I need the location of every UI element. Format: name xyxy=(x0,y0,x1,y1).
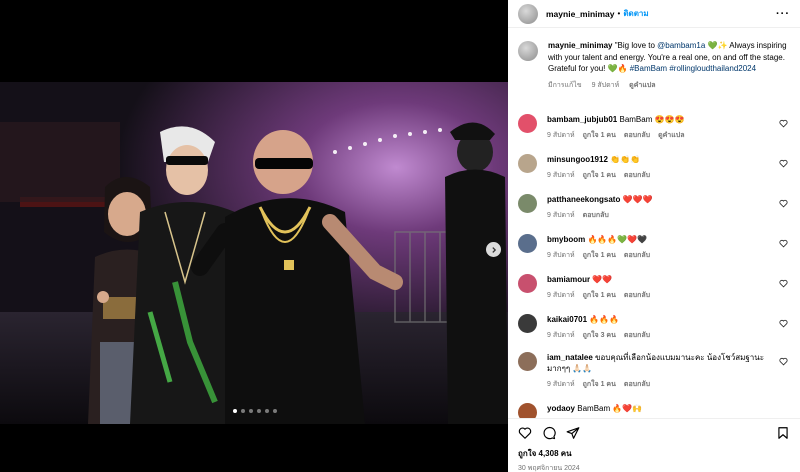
comment-username[interactable]: yodaoy xyxy=(547,404,575,413)
reply-button[interactable]: ตอบกลับ xyxy=(624,132,650,139)
avatar[interactable] xyxy=(518,41,538,61)
comment-item: kaikai0701 🔥🔥🔥 9 สัปดาห์ ถูกใจ 3 คน ตอบกลับ xyxy=(518,314,790,341)
comment-likes[interactable]: ถูกใจ 1 คน xyxy=(583,172,616,179)
comment-username[interactable]: minsungoo1912 xyxy=(547,155,608,164)
comment-item: bamiamour ❤️❤️ 9 สัปดาห์ ถูกใจ 1 คน ตอบกลับ xyxy=(518,274,790,301)
comment-like-heart-icon[interactable] xyxy=(779,357,788,366)
comment-item: yodaoy BamBam 🔥❤️🙌 xyxy=(518,403,790,418)
comment-time[interactable]: 9 สัปดาห์ xyxy=(547,252,575,259)
caption-mention-link[interactable]: @bambam1a xyxy=(657,41,705,50)
follow-button[interactable]: ติดตาม xyxy=(623,7,648,20)
avatar[interactable] xyxy=(518,274,537,293)
comment-item: bambam_jubjub01 BamBam 😍😍😍 9 สัปดาห์ ถูกใจ… xyxy=(518,114,790,141)
post-author-username[interactable]: maynie_minimay xyxy=(546,9,615,19)
media-area xyxy=(0,0,508,472)
reply-button[interactable]: ตอบกลับ xyxy=(624,332,650,339)
avatar[interactable] xyxy=(518,403,537,418)
comment-username[interactable]: iam_natalee xyxy=(547,353,593,362)
reply-button[interactable]: ตอบกลับ xyxy=(624,252,650,259)
comment-text: 🔥🔥🔥💚❤️🖤 xyxy=(587,235,648,244)
comment-text: BamBam 😍😍😍 xyxy=(619,115,685,124)
post-viewer: maynie_minimay • ติดตาม ··· maynie_minim… xyxy=(0,0,800,472)
reply-button[interactable]: ตอบกลับ xyxy=(624,172,650,179)
carousel-dot xyxy=(257,409,261,413)
comment-time[interactable]: 9 สัปดาห์ xyxy=(547,292,575,299)
comment-username[interactable]: bamiamour xyxy=(547,275,590,284)
comment-text: 🔥🔥🔥 xyxy=(589,315,620,324)
comment-icon[interactable] xyxy=(542,426,556,440)
comment-username[interactable]: bambam_jubjub01 xyxy=(547,115,617,124)
comment-text: 👏👏👏 xyxy=(610,155,641,164)
translate-link[interactable]: ดูคำแปล xyxy=(658,132,684,139)
avatar[interactable] xyxy=(518,194,537,213)
post-caption: maynie_minimay "Big love to @bambam1a 💚✨… xyxy=(508,28,800,91)
carousel-next-button[interactable] xyxy=(486,242,501,257)
header-separator: • xyxy=(617,9,621,18)
comment-like-heart-icon[interactable] xyxy=(779,199,788,208)
comment-text: BamBam 🔥❤️🙌 xyxy=(577,404,643,413)
comment-time[interactable]: 9 สัปดาห์ xyxy=(547,381,575,388)
comment-likes[interactable]: ถูกใจ 3 คน xyxy=(583,332,616,339)
comment-like-heart-icon[interactable] xyxy=(779,119,788,128)
avatar[interactable] xyxy=(518,352,537,371)
carousel-dot xyxy=(241,409,245,413)
comment-text: ❤️❤️ xyxy=(592,275,613,284)
comment-item: patthaneekongsato ❤️❤️❤️ 9 สัปดาห์ ตอบกลับ xyxy=(518,194,790,221)
caption-username[interactable]: maynie_minimay xyxy=(548,41,612,50)
heart-icon[interactable] xyxy=(518,426,532,440)
comment-likes[interactable]: ถูกใจ 1 คน xyxy=(583,132,616,139)
reply-button[interactable]: ตอบกลับ xyxy=(624,292,650,299)
hashtag-link[interactable]: #rollingloudthailand2024 xyxy=(669,64,756,73)
send-icon[interactable] xyxy=(566,426,580,440)
comment-like-heart-icon[interactable] xyxy=(779,159,788,168)
edited-label: มีการแก้ไข xyxy=(548,81,582,89)
comment-time[interactable]: 9 สัปดาห์ xyxy=(547,172,575,179)
bookmark-icon[interactable] xyxy=(776,426,790,440)
comments-list[interactable]: maynie_minimay "Big love to @bambam1a 💚✨… xyxy=(508,28,800,418)
carousel-dot xyxy=(233,409,237,413)
photo-illustration xyxy=(0,82,508,424)
caption-time[interactable]: 9 สัปดาห์ xyxy=(592,82,620,89)
avatar[interactable] xyxy=(518,154,537,173)
comment-text: ❤️❤️❤️ xyxy=(622,195,653,204)
comment-likes[interactable]: ถูกใจ 1 คน xyxy=(583,252,616,259)
caption-lead: "Big love to xyxy=(614,41,658,50)
comment-item: bmyboom 🔥🔥🔥💚❤️🖤 9 สัปดาห์ ถูกใจ 1 คน ตอบกลั… xyxy=(518,234,790,261)
likes-count[interactable]: ถูกใจ 4,308 คน xyxy=(518,447,790,460)
comment-username[interactable]: kaikai0701 xyxy=(547,315,587,324)
comment-likes[interactable]: ถูกใจ 1 คน xyxy=(583,381,616,388)
post-photo[interactable] xyxy=(0,82,508,424)
carousel-dot xyxy=(249,409,253,413)
comment-username[interactable]: patthaneekongsato xyxy=(547,195,620,204)
hashtag-link[interactable]: #BamBam xyxy=(630,64,667,73)
post-actions: ถูกใจ 4,308 คน 30 พฤศจิกายน 2024 xyxy=(508,418,800,472)
reply-button[interactable]: ตอบกลับ xyxy=(583,212,609,219)
comment-time[interactable]: 9 สัปดาห์ xyxy=(547,212,575,219)
post-side-panel: maynie_minimay • ติดตาม ··· maynie_minim… xyxy=(508,0,800,472)
comment-item: minsungoo1912 👏👏👏 9 สัปดาห์ ถูกใจ 1 คน ตอบก… xyxy=(518,154,790,181)
translate-link[interactable]: ดูคำแปล xyxy=(629,82,655,89)
comment-likes[interactable]: ถูกใจ 1 คน xyxy=(583,292,616,299)
more-options-icon[interactable]: ··· xyxy=(776,8,790,20)
carousel-dot xyxy=(265,409,269,413)
carousel-dot xyxy=(273,409,277,413)
comment-like-heart-icon[interactable] xyxy=(779,279,788,288)
avatar[interactable] xyxy=(518,114,537,133)
avatar[interactable] xyxy=(518,234,537,253)
carousel-indicator xyxy=(233,409,277,413)
post-header: maynie_minimay • ติดตาม ··· xyxy=(508,0,800,28)
comment-username[interactable]: bmyboom xyxy=(547,235,585,244)
comment-time[interactable]: 9 สัปดาห์ xyxy=(547,332,575,339)
comment-like-heart-icon[interactable] xyxy=(779,239,788,248)
reply-button[interactable]: ตอบกลับ xyxy=(624,381,650,388)
avatar[interactable] xyxy=(518,314,537,333)
comment-time[interactable]: 9 สัปดาห์ xyxy=(547,132,575,139)
comment-like-heart-icon[interactable] xyxy=(779,319,788,328)
avatar[interactable] xyxy=(518,3,538,24)
comment-item: iam_natalee ขอบคุณที่เลือกน้องแบมมานะคะ … xyxy=(518,352,790,390)
post-date[interactable]: 30 พฤศจิกายน 2024 xyxy=(518,463,790,472)
chevron-right-icon xyxy=(491,246,496,253)
